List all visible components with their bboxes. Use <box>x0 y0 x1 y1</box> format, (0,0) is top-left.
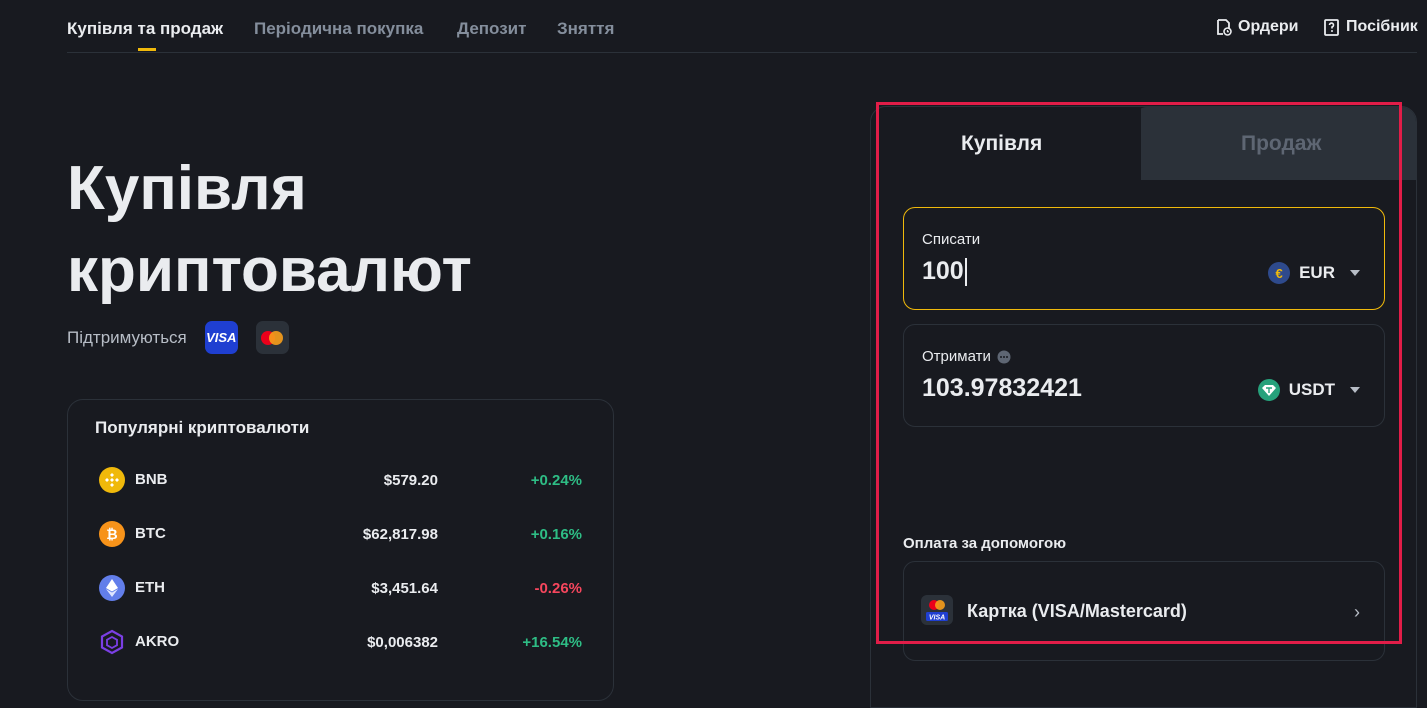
active-tab-indicator <box>138 48 156 51</box>
tab-sell[interactable]: Продаж <box>1241 132 1321 156</box>
coin-row-akro[interactable]: AKRO $0,006382 +16.54% <box>68 622 613 662</box>
eth-icon <box>99 575 125 601</box>
coin-price: $3,451.64 <box>371 580 438 597</box>
visa-logo: VISA <box>204 321 238 354</box>
mastercard-logo <box>255 321 289 354</box>
spend-value: 100 <box>922 257 964 285</box>
coin-price: $0,006382 <box>367 634 438 651</box>
receive-label: Отримати <box>922 348 991 365</box>
orders-icon <box>1217 18 1232 36</box>
tab-deposit[interactable]: Депозит <box>457 19 526 39</box>
coin-price: $62,817.98 <box>362 526 438 543</box>
guide-link[interactable]: Посібник <box>1323 18 1418 36</box>
spend-input[interactable]: 100 <box>922 257 1222 287</box>
trade-panel: Купівля Продаж Списати 100 € EUR Отримат… <box>870 106 1417 708</box>
btc-icon: ₿ <box>99 521 125 547</box>
coin-change: +0.16% <box>530 526 582 543</box>
coin-change: -0.26% <box>534 580 582 597</box>
tab-withdraw[interactable]: Зняття <box>557 19 614 39</box>
info-icon[interactable] <box>997 350 1011 364</box>
card-visa-text: VISA <box>929 615 945 622</box>
coin-name: AKRO <box>135 633 180 650</box>
receive-value[interactable]: 103.97832421 <box>922 374 1222 403</box>
receive-currency-select[interactable]: USDT <box>1257 379 1360 401</box>
tab-buy-sell[interactable]: Купівля та продаж <box>67 19 223 39</box>
chevron-down-icon <box>1350 270 1360 276</box>
page-title-line1: Купівля <box>67 154 307 223</box>
payment-label: Оплата за допомогою <box>903 535 1067 552</box>
usdt-icon <box>1257 379 1280 401</box>
coin-row-btc[interactable]: ₿ BTC $62,817.98 +0.16% <box>68 514 613 554</box>
supported-cards: Підтримуються VISA <box>67 321 289 354</box>
coin-name: BNB <box>135 471 168 488</box>
chevron-right-icon: › <box>1354 602 1360 622</box>
receive-label-wrap: Отримати <box>922 348 1011 365</box>
coin-row-bnb[interactable]: BNB $579.20 +0.24% <box>68 460 613 500</box>
tab-recurring-buy[interactable]: Періодична покупка <box>254 19 423 39</box>
orders-link[interactable]: Ордери <box>1215 18 1298 36</box>
mastercard-icon <box>261 330 284 345</box>
euro-icon: € <box>1268 262 1291 284</box>
coin-name: BTC <box>135 525 166 542</box>
payment-method-card[interactable]: VISA Картка (VISA/Mastercard) › <box>903 561 1385 661</box>
spend-label: Списати <box>922 231 981 248</box>
guide-icon <box>1324 18 1339 36</box>
guide-label: Посібник <box>1346 18 1418 35</box>
akro-icon <box>99 629 125 655</box>
coin-price: $579.20 <box>383 472 438 489</box>
receive-currency: USDT <box>1288 380 1335 399</box>
page-title-line2: криптовалют <box>67 236 472 305</box>
popular-crypto-card: Популярні криптовалюти BNB $579.20 +0.24… <box>67 399 614 701</box>
top-nav: Купівля та продаж Періодична покупка Деп… <box>67 0 1418 53</box>
bnb-icon <box>99 467 125 493</box>
supported-label: Підтримуються <box>67 327 187 347</box>
chevron-down-icon <box>1350 387 1360 393</box>
page-title: Купівля криптовалют <box>67 148 472 312</box>
trade-tabs: Купівля Продаж <box>871 107 1416 181</box>
payment-method-label: Картка (VISA/Mastercard) <box>967 601 1187 621</box>
coin-row-eth[interactable]: ETH $3,451.64 -0.26% <box>68 568 613 608</box>
tab-buy[interactable]: Купівля <box>961 132 1042 156</box>
coin-change: +16.54% <box>522 634 582 651</box>
spend-field[interactable]: Списати 100 € EUR <box>903 207 1385 310</box>
coin-change: +0.24% <box>530 472 582 489</box>
popular-title: Популярні криптовалюти <box>95 418 310 437</box>
coin-name: ETH <box>135 579 165 596</box>
card-icon: VISA <box>921 595 953 625</box>
orders-label: Ордери <box>1238 18 1299 35</box>
visa-logo-text: VISA <box>206 330 237 345</box>
receive-field[interactable]: Отримати 103.97832421 USDT <box>903 324 1385 427</box>
spend-currency: EUR <box>1299 263 1335 282</box>
text-cursor <box>964 258 967 287</box>
spend-currency-select[interactable]: € EUR <box>1268 262 1360 284</box>
